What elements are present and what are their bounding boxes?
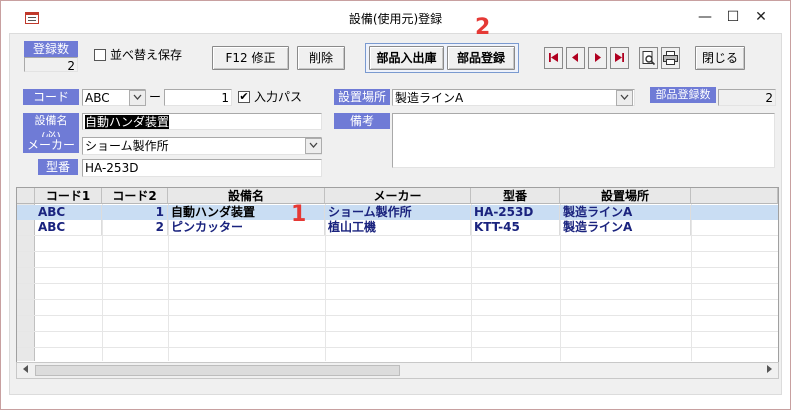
next-record-icon [595,53,601,62]
cell-maker[interactable]: ショーム製作所 [325,205,471,220]
name-value: 自動ハンダ装置 [85,115,170,129]
cell-code2[interactable]: 2 [102,220,168,235]
printer-icon [663,51,678,65]
grid-row-line [17,315,778,316]
scroll-right-button[interactable] [763,365,776,376]
name-input[interactable]: 自動ハンダ装置 [82,113,322,130]
grid-header-code2[interactable]: コード2 [102,188,168,204]
notes-label: 備考 [334,113,390,129]
maker-label: メーカー [23,137,79,153]
code-label: コード [23,89,79,105]
cell-code2[interactable]: 1 [102,205,168,220]
delete-button[interactable]: 削除 [297,46,345,70]
notes-textarea[interactable] [392,113,775,168]
model-label: 型番 [38,159,78,175]
table-row[interactable]: ABC 2 ピンカッター 植山工機 KTT-45 製造ラインA [17,220,778,235]
grid-row-line [17,251,778,252]
parts-io-button[interactable]: 部品入出庫 [369,46,444,70]
input-pass-checkbox[interactable]: ✔ [238,91,250,103]
equipment-grid[interactable]: コード1 コード2 設備名 メーカー 型番 設置場所 ABC 1 自動ハンダ装置… [16,187,779,378]
grid-header-model[interactable]: 型番 [471,188,560,204]
location-dropdown-arrow[interactable] [616,90,633,106]
cell-maker[interactable]: 植山工機 [325,220,471,235]
scroll-thumb[interactable] [35,365,400,376]
grid-header-code1[interactable]: コード1 [35,188,102,204]
cell-code1[interactable]: ABC [35,220,102,235]
chevron-right-icon [766,365,772,373]
maker-dropdown-arrow[interactable] [305,138,322,154]
code-dropdown-arrow[interactable] [129,90,146,106]
close-form-button[interactable]: 閉じる [695,46,745,70]
grid-row-line [17,331,778,332]
table-row[interactable]: ABC 1 自動ハンダ装置 ショーム製作所 HA-253D 製造ラインA [17,205,778,220]
f12-edit-button[interactable]: F12 修正 [212,46,289,70]
count-value: 2 [24,57,78,72]
count-label: 登録数 [24,41,78,57]
annotation-2: 2 [475,15,491,40]
chevron-down-icon [133,94,142,100]
annotation-1: 1 [291,202,307,227]
cell-location[interactable]: 製造ラインA [560,220,691,235]
print-button[interactable] [661,47,680,69]
parts-count-value: 2 [718,89,776,106]
title-bar: 設備(使用元)登録 — ☐ ✕ [1,1,790,33]
grid-row-line [17,347,778,348]
print-preview-button[interactable] [639,47,658,69]
chevron-left-icon [22,365,28,373]
grid-row-line [17,267,778,268]
app-window: 設備(使用元)登録 — ☐ ✕ 登録数 2 並べ替え保存 F12 修正 削除 部… [0,0,791,410]
parts-register-button[interactable]: 部品登録 [447,46,515,70]
first-record-button[interactable] [544,47,563,69]
grid-header-blank [691,188,778,204]
grid-row-line [17,283,778,284]
first-record-icon [549,53,558,62]
horizontal-scrollbar[interactable] [16,362,779,379]
grid-row-line [17,235,778,236]
sort-save-label: 並べ替え保存 [110,48,183,62]
print-preview-icon [642,51,655,66]
last-record-button[interactable] [610,47,629,69]
prev-record-button[interactable] [566,47,585,69]
close-window-button[interactable]: ✕ [747,5,775,29]
scroll-left-button[interactable] [19,365,32,376]
location-label: 設置場所 [334,89,390,105]
code-separator: ー [149,90,162,104]
next-record-button[interactable] [588,47,607,69]
input-pass-label: 入力パス [254,90,303,104]
prev-record-icon [572,53,578,62]
grid-row-line [17,299,778,300]
parts-count-label: 部品登録数 [650,87,716,103]
location-select[interactable]: 製造ラインA [392,89,635,106]
chevron-down-icon [309,142,318,148]
last-record-icon [615,53,624,62]
cell-model[interactable]: HA-253D [471,205,560,220]
cell-model[interactable]: KTT-45 [471,220,560,235]
cell-location[interactable]: 製造ラインA [560,205,691,220]
cell-code1[interactable]: ABC [35,205,102,220]
minimize-button[interactable]: — [691,5,719,29]
maximize-button[interactable]: ☐ [719,5,747,29]
model-input[interactable]: HA-253D [82,159,322,177]
grid-header-location[interactable]: 設置場所 [560,188,691,204]
grid-corner[interactable] [17,188,35,204]
chevron-down-icon [620,94,629,100]
grid-header-maker[interactable]: メーカー [325,188,471,204]
maker-select[interactable]: ショーム製作所 [82,137,322,155]
window-title: 設備(使用元)登録 [348,12,443,26]
code-number-input[interactable]: 1 [164,89,232,106]
sort-save-checkbox[interactable] [94,49,106,61]
